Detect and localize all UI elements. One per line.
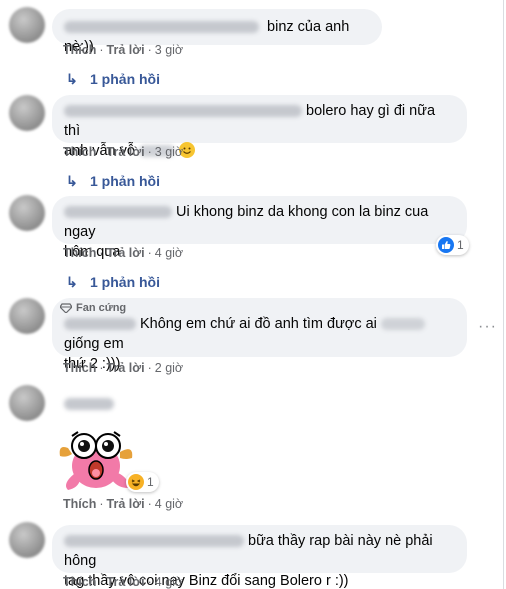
diamond-icon	[60, 303, 72, 313]
reply-arrow-icon: ↳	[66, 274, 78, 290]
badge-label: Fan cứng	[76, 302, 127, 314]
author-name-blurred[interactable]	[64, 398, 114, 410]
timestamp[interactable]: 4 giờ	[155, 246, 183, 260]
comment-bubble: bolero hay gì đi nữa thì anh vẫn vỗ	[52, 95, 467, 159]
replies-count: 1 phản hồi	[90, 274, 160, 290]
blurred-mention[interactable]	[380, 318, 425, 331]
like-button[interactable]: Thích	[63, 145, 96, 159]
haha-icon	[128, 474, 144, 490]
like-icon	[438, 237, 454, 253]
avatar[interactable]	[9, 298, 45, 334]
comment-text: giống em	[64, 336, 124, 352]
comment-bubble: binz của anh nè:))	[52, 9, 382, 55]
timestamp[interactable]: 3 giờ	[155, 145, 183, 159]
timestamp[interactable]: 3 giờ	[155, 43, 183, 57]
avatar[interactable]	[9, 95, 45, 131]
timestamp[interactable]: 4 giờ	[155, 575, 183, 589]
like-button[interactable]: Thích	[63, 575, 96, 589]
view-replies-link[interactable]: ↳ 1 phản hồi	[66, 274, 160, 291]
author-name-blurred[interactable]	[64, 21, 259, 34]
avatar[interactable]	[9, 195, 45, 231]
reply-button[interactable]: Trả lời	[107, 43, 145, 57]
comment-actions: Thích · Trả lời · 3 giờ	[63, 43, 184, 57]
comment-bubble: Ui khong binz da khong con la binz cua n…	[52, 196, 467, 260]
view-replies-link[interactable]: ↳ 1 phản hồi	[66, 173, 160, 190]
comment-actions: Thích · Trả lời · 4 giờ	[63, 246, 184, 260]
reaction-count: 1	[147, 475, 154, 489]
author-name-blurred[interactable]	[64, 206, 172, 219]
avatar[interactable]	[9, 522, 45, 558]
reaction-summary[interactable]: 1	[126, 472, 159, 492]
reply-button[interactable]: Trả lời	[107, 497, 145, 511]
author-name-blurred[interactable]	[64, 105, 302, 118]
comment-actions: Thích · Trả lời · 2 giờ	[63, 361, 184, 375]
comment-text: Không em chứ ai đồ anh tìm được ai	[140, 316, 377, 332]
more-options-icon[interactable]: ···	[478, 318, 497, 336]
replies-count: 1 phản hồi	[90, 173, 160, 189]
reply-button[interactable]: Trả lời	[107, 575, 145, 589]
reaction-summary[interactable]: 1	[436, 235, 469, 255]
like-button[interactable]: Thích	[63, 361, 96, 375]
like-button[interactable]: Thích	[63, 497, 96, 511]
reply-button[interactable]: Trả lời	[107, 361, 145, 375]
reply-arrow-icon: ↳	[66, 71, 78, 87]
reply-button[interactable]: Trả lời	[107, 246, 145, 260]
replies-count: 1 phản hồi	[90, 71, 160, 87]
comment-bubble: bữa thầy rap bài này nè phải hông tag th…	[52, 525, 467, 589]
comment-actions: Thích · Trả lời · 4 giờ	[63, 497, 184, 511]
comment-actions: Thích · Trả lời · 3 giờ	[63, 145, 184, 159]
author-name-blurred[interactable]	[64, 535, 244, 548]
surprised-pink-sticker	[54, 422, 136, 492]
timestamp[interactable]: 4 giờ	[155, 497, 183, 511]
reply-arrow-icon: ↳	[66, 173, 78, 189]
avatar[interactable]	[9, 7, 45, 43]
like-button[interactable]: Thích	[63, 43, 96, 57]
reaction-count: 1	[457, 238, 464, 252]
timestamp[interactable]: 2 giờ	[155, 361, 183, 375]
fan-badge[interactable]: Fan cứng	[60, 302, 126, 314]
view-replies-link[interactable]: ↳ 1 phản hồi	[66, 71, 160, 88]
reply-button[interactable]: Trả lời	[107, 145, 145, 159]
author-name-blurred[interactable]	[64, 318, 136, 331]
right-border	[503, 0, 504, 589]
like-button[interactable]: Thích	[63, 246, 96, 260]
avatar[interactable]	[9, 385, 45, 421]
comment-actions: Thích · Trả lời · 4 giờ	[63, 575, 184, 589]
